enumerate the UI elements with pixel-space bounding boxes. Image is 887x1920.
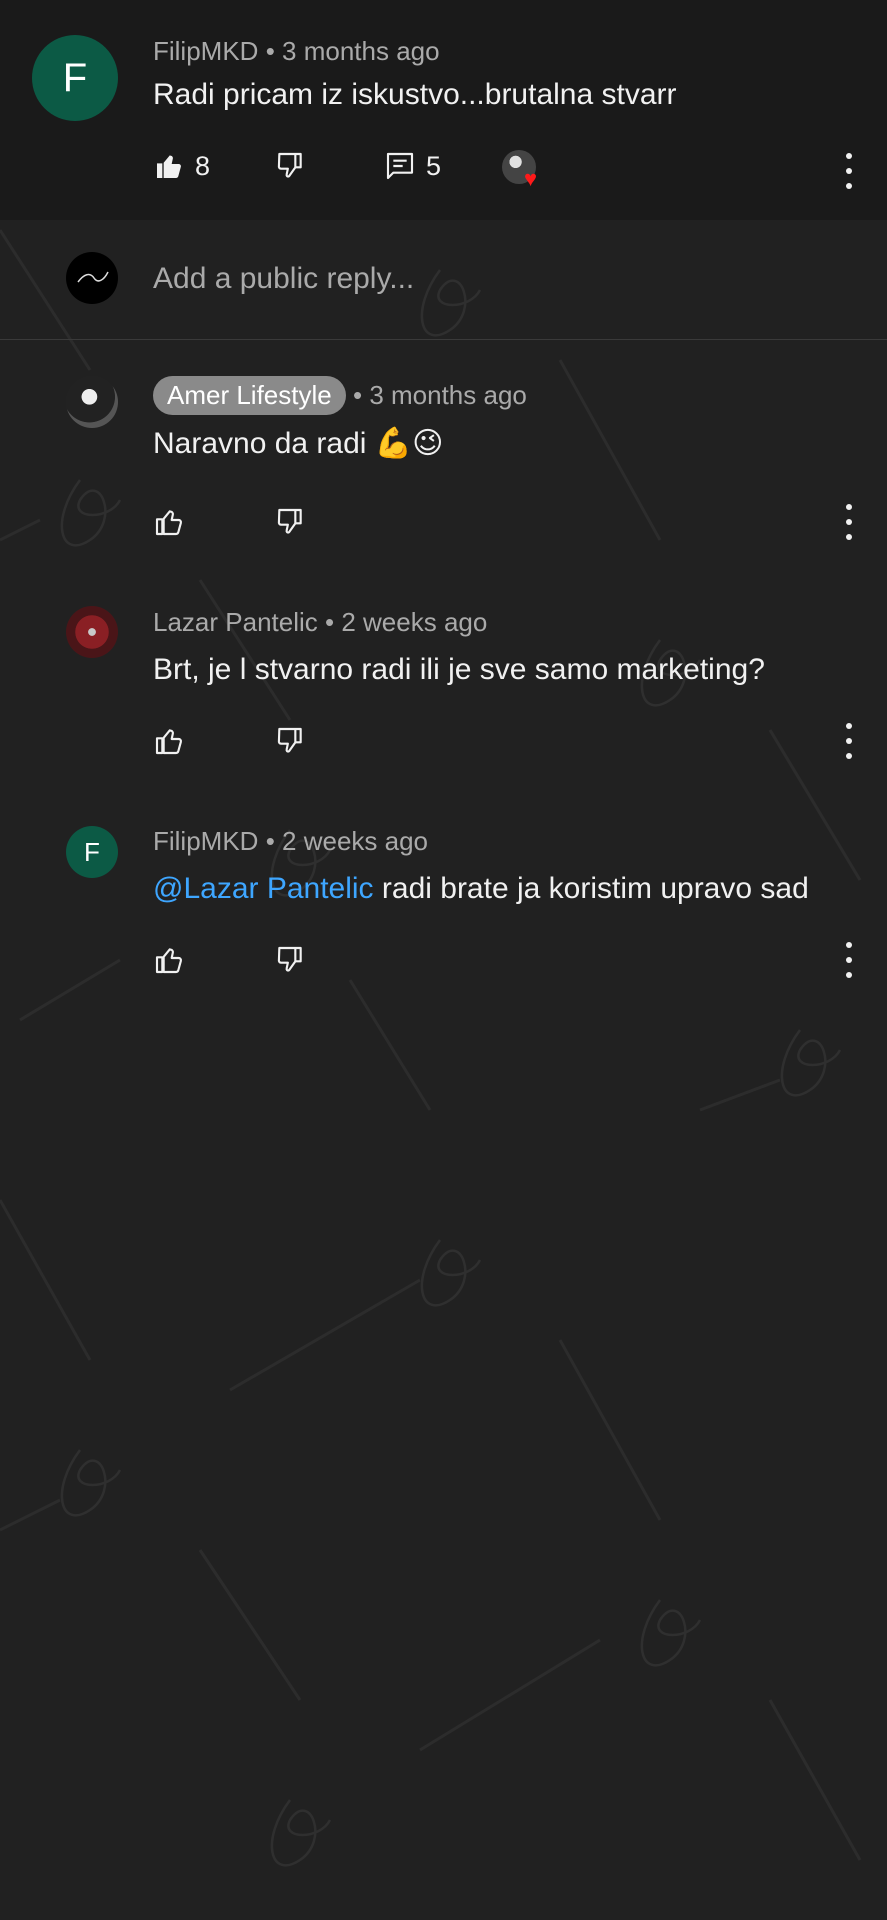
parent-comment: F FilipMKD • 3 months ago Radi pricam iz… [0,0,887,220]
more-options-button[interactable] [843,942,855,978]
avatar-letter: F [84,836,100,867]
comment-meta: Amer Lifestyle • 3 months ago [153,376,527,415]
like-count: 8 [195,150,211,181]
author-name[interactable]: FilipMKD [153,826,258,856]
reply-input[interactable]: Add a public reply... [153,262,414,296]
thumbs-up-icon [157,155,181,178]
like-button[interactable]: 8 [153,150,210,182]
author-name[interactable]: FilipMKD [153,36,258,66]
comment-text: Brt, je l stvarno radi ili je sve samo m… [153,653,765,686]
meta-separator: • [265,36,275,66]
dislike-button[interactable] [274,725,306,757]
thumbs-down-icon [277,946,302,972]
more-options-button[interactable] [843,504,855,540]
dislike-button[interactable] [274,506,306,538]
comment-icon [386,152,414,180]
comment-meta: FilipMKD • 2 weeks ago [153,826,428,857]
more-vert-icon [846,942,852,948]
comment-time[interactable]: 3 months ago [369,380,527,410]
comment-text: Radi pricam iz iskustvo...brutalna stvar… [153,78,677,111]
author-name[interactable]: Lazar Pantelic [153,607,318,637]
thumbs-up-icon [155,510,183,536]
reply-composer: Add a public reply... [0,220,887,340]
author-chip[interactable]: Amer Lifestyle [153,376,346,415]
more-options-button[interactable] [843,723,855,759]
thumbs-up-icon [155,729,183,755]
comment-text: Naravno da radi 💪😉 [153,427,444,460]
avatar[interactable] [66,376,118,428]
comment-text: @Lazar Pantelic radi brate ja koristim u… [153,872,809,906]
like-button[interactable] [153,506,185,538]
avatar[interactable]: F [32,35,118,121]
avatar[interactable] [66,606,118,658]
replies-button[interactable]: 5 [384,150,441,182]
heart-icon: ♥ [524,166,538,191]
comment-text-rest: radi brate ja koristim upravo sad [373,872,809,905]
mention-link[interactable]: @Lazar Pantelic [153,872,374,905]
comment-meta: FilipMKD • 3 months ago [153,36,440,67]
like-button[interactable] [153,725,185,757]
comment-time[interactable]: 2 weeks ago [282,826,428,856]
more-vert-icon [846,504,852,510]
like-button[interactable] [153,944,185,976]
more-vert-icon [846,153,852,159]
thumbs-down-icon [277,727,302,753]
avatar[interactable]: F [66,826,118,878]
thumbs-down-icon [277,152,302,178]
dislike-button[interactable] [274,150,306,182]
more-vert-icon [846,723,852,729]
thumbs-up-icon [155,948,183,974]
dislike-button[interactable] [274,944,306,976]
comment-time[interactable]: 2 weeks ago [341,607,487,637]
meta-separator: • [352,380,363,410]
meta-separator: • [265,826,275,856]
meta-separator: • [325,607,335,637]
thumbs-down-icon [277,508,302,534]
user-avatar [66,252,118,304]
avatar-letter: F [62,55,88,100]
comment-meta: Lazar Pantelic • 2 weeks ago [153,607,487,638]
comment-time[interactable]: 3 months ago [282,36,440,66]
reply-count: 5 [426,150,442,181]
signature-logo-icon [77,271,109,283]
more-options-button[interactable] [843,153,855,189]
comment-thread-page: F FilipMKD • 3 months ago Radi pricam iz… [0,0,887,1920]
